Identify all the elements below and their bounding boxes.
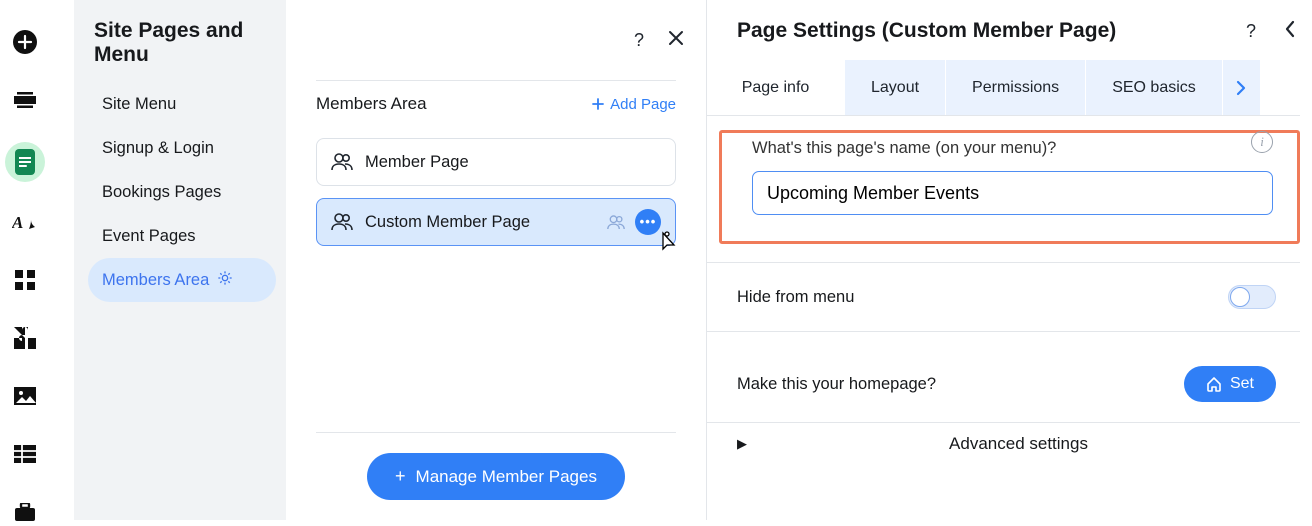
plugins-icon[interactable]	[11, 324, 39, 352]
pagelist-heading: Members Area	[316, 94, 427, 114]
plus-icon	[592, 98, 604, 110]
add-page-label: Add Page	[610, 96, 676, 113]
tab-label: SEO basics	[1112, 79, 1196, 97]
hide-from-menu-toggle[interactable]	[1228, 285, 1276, 309]
sidebar-item-label: Members Area	[102, 271, 209, 290]
manage-button-label: Manage Member Pages	[416, 467, 597, 487]
manage-member-pages-button[interactable]: + Manage Member Pages	[367, 453, 625, 500]
plus-icon: +	[395, 466, 406, 487]
page-card-label: Custom Member Page	[365, 213, 530, 232]
page-actions-button[interactable]: •••	[635, 209, 661, 235]
apps-icon[interactable]	[11, 266, 39, 294]
advanced-settings-row[interactable]: ▶ Advanced settings	[707, 420, 1300, 468]
help-icon[interactable]: ?	[634, 30, 644, 51]
pagelist-panel: ? Members Area Add Page Member Page Cust…	[286, 0, 706, 520]
left-toolbar: A	[0, 0, 50, 520]
sidebar-title: Site Pages and Menu	[94, 19, 286, 67]
table-icon[interactable]	[11, 440, 39, 468]
help-icon[interactable]: ?	[1246, 21, 1256, 42]
chevron-right-icon	[1236, 80, 1246, 96]
sidebar-item-signup-login[interactable]: Signup & Login	[88, 126, 276, 170]
hide-from-menu-label: Hide from menu	[737, 288, 854, 307]
expand-icon: ▶	[737, 436, 761, 452]
homepage-label: Make this your homepage?	[737, 375, 936, 394]
sidebar-item-bookings[interactable]: Bookings Pages	[88, 170, 276, 214]
sections-icon[interactable]	[11, 86, 39, 114]
add-page-button[interactable]: Add Page	[592, 96, 676, 113]
text-style-icon[interactable]: A	[11, 208, 39, 236]
tab-seo-basics[interactable]: SEO basics	[1086, 60, 1223, 115]
sidebar: Site Pages and Menu Site Menu Signup & L…	[74, 0, 286, 520]
page-name-section: What's this page's name (on your menu)? …	[719, 130, 1300, 244]
tab-permissions[interactable]: Permissions	[946, 60, 1086, 115]
sidebar-item-label: Signup & Login	[102, 139, 214, 158]
settings-panel: Page Settings (Custom Member Page) ? Pag…	[706, 0, 1312, 520]
page-card-member-page[interactable]: Member Page	[316, 138, 676, 186]
sidebar-item-site-menu[interactable]: Site Menu	[88, 82, 276, 126]
page-card-label: Member Page	[365, 153, 469, 172]
add-icon[interactable]	[11, 28, 39, 56]
tab-label: Layout	[871, 79, 919, 97]
home-icon	[1206, 376, 1222, 392]
set-button-label: Set	[1230, 375, 1254, 393]
page-name-label: What's this page's name (on your menu)?	[752, 139, 1056, 158]
tab-layout[interactable]: Layout	[845, 60, 946, 115]
tab-more[interactable]	[1223, 60, 1261, 115]
members-icon	[331, 153, 353, 171]
tab-label: Permissions	[972, 79, 1059, 97]
info-icon[interactable]: i	[1251, 131, 1273, 153]
svg-text:A: A	[12, 213, 23, 232]
tab-page-info[interactable]: Page info	[707, 60, 845, 115]
set-homepage-button[interactable]: Set	[1184, 366, 1276, 402]
page-name-input[interactable]	[752, 171, 1273, 215]
tab-label: Page info	[742, 79, 810, 97]
advanced-settings-label: Advanced settings	[761, 434, 1276, 454]
close-icon[interactable]	[668, 30, 684, 51]
sidebar-item-members-area[interactable]: Members Area	[88, 258, 276, 302]
business-icon[interactable]	[11, 498, 39, 526]
pages-icon[interactable]	[5, 142, 45, 182]
hide-from-menu-row: Hide from menu	[707, 262, 1300, 332]
sidebar-item-label: Site Menu	[102, 95, 176, 114]
sidebar-item-label: Event Pages	[102, 227, 196, 246]
homepage-row: Make this your homepage? Set	[707, 346, 1300, 423]
settings-tabs: Page info Layout Permissions SEO basics	[707, 60, 1300, 116]
members-mini-icon	[607, 215, 625, 230]
back-icon[interactable]	[1284, 20, 1296, 43]
settings-title: Page Settings (Custom Member Page)	[737, 19, 1116, 43]
sidebar-item-label: Bookings Pages	[102, 183, 221, 202]
gear-icon	[217, 270, 233, 291]
media-icon[interactable]	[11, 382, 39, 410]
page-card-custom-member-page[interactable]: Custom Member Page •••	[316, 198, 676, 246]
members-icon	[331, 213, 353, 231]
sidebar-item-events[interactable]: Event Pages	[88, 214, 276, 258]
